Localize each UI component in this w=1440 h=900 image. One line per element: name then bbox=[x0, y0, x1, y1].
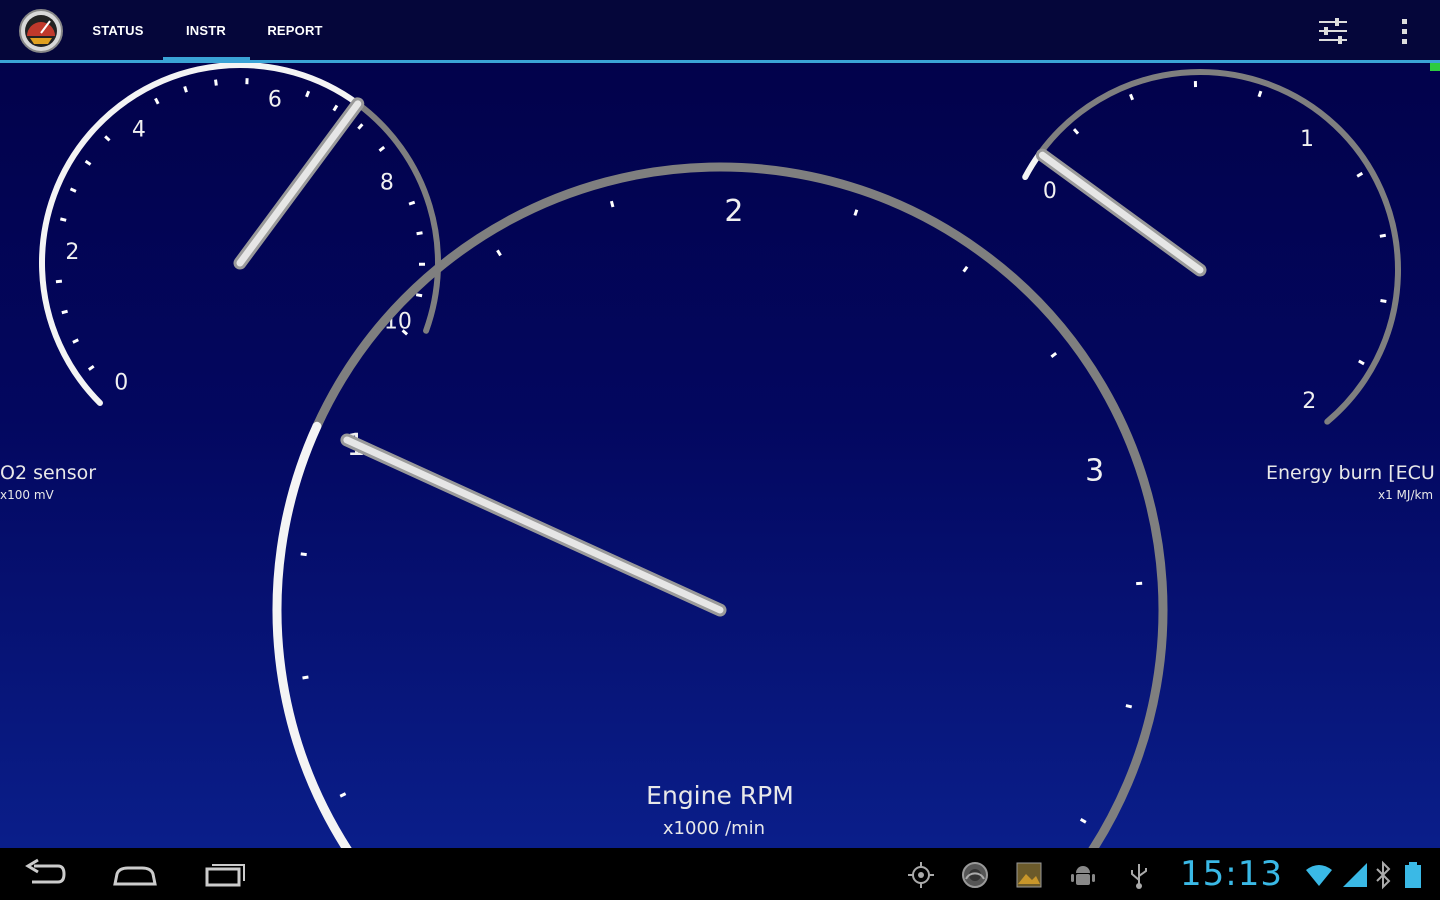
o2-minor-tick bbox=[87, 364, 95, 371]
o2-minor-tick bbox=[72, 338, 79, 344]
o2-minor-tick bbox=[69, 187, 77, 193]
o2-value-arc bbox=[39, 63, 361, 407]
energy-burn-gauge: 0 1 2 Energy burn [ECU 1] x1 MJ/km bbox=[1022, 68, 1440, 502]
o2-minor-tick bbox=[59, 217, 67, 222]
rpm-value-arc bbox=[272, 421, 352, 848]
energy-minor-tick bbox=[1358, 359, 1365, 366]
energy-tick-label: 2 bbox=[1302, 389, 1316, 414]
tab-instr[interactable]: INSTR bbox=[166, 0, 246, 60]
o2-scale-arc bbox=[354, 100, 441, 334]
gallery-icon bbox=[1014, 860, 1044, 890]
obd-app-icon bbox=[960, 860, 990, 890]
home-icon[interactable] bbox=[110, 856, 160, 892]
o2-needle bbox=[236, 100, 362, 267]
o2-sensor-gauge: 0246810 O2 sensor x100 mV bbox=[0, 63, 441, 502]
tab-report[interactable]: REPORT bbox=[255, 0, 335, 60]
o2-tick-label: 8 bbox=[380, 170, 394, 195]
rpm-gauge-title: Engine RPM bbox=[646, 781, 794, 810]
energy-minor-tick bbox=[1379, 233, 1387, 238]
rpm-tick-label: 3 bbox=[1085, 454, 1104, 489]
instrument-panel: 0246810 O2 sensor x100 mV 01234 Engine R… bbox=[0, 63, 1440, 848]
o2-minor-tick bbox=[357, 123, 364, 130]
energy-tick-label: 1 bbox=[1300, 127, 1314, 152]
back-icon[interactable] bbox=[20, 856, 70, 892]
tab-status[interactable]: STATUS bbox=[80, 0, 156, 60]
rpm-minor-tick bbox=[496, 249, 502, 257]
o2-gauge-title: O2 sensor bbox=[0, 462, 96, 484]
energy-minor-tick bbox=[1356, 171, 1364, 178]
energy-needle bbox=[1038, 151, 1204, 274]
rpm-minor-tick bbox=[609, 200, 615, 208]
gauges-canvas: 0246810 O2 sensor x100 mV 01234 Engine R… bbox=[0, 63, 1440, 848]
android-debug-icon bbox=[1068, 860, 1098, 890]
rpm-gauge-unit: x1000 /min bbox=[663, 818, 765, 839]
energy-gauge-unit: x1 MJ/km bbox=[1378, 488, 1433, 502]
action-bar: STATUS INSTR REPORT bbox=[0, 0, 1440, 63]
o2-minor-tick bbox=[408, 200, 416, 206]
rpm-needle bbox=[343, 436, 724, 614]
gps-icon bbox=[906, 860, 936, 890]
rpm-minor-tick bbox=[1079, 817, 1087, 824]
o2-minor-tick bbox=[415, 293, 423, 298]
o2-tick-label: 2 bbox=[65, 240, 79, 265]
o2-tick-label: 0 bbox=[114, 371, 128, 396]
rpm-minor-tick bbox=[853, 209, 859, 216]
o2-minor-tick bbox=[305, 90, 311, 98]
energy-minor-tick bbox=[1072, 128, 1080, 135]
rpm-tick-label: 2 bbox=[724, 194, 743, 229]
o2-minor-tick bbox=[332, 104, 339, 112]
o2-gauge-unit: x100 mV bbox=[0, 488, 55, 502]
energy-gauge-title: Energy burn [ECU 1] bbox=[1266, 462, 1440, 484]
signal-icon bbox=[1340, 860, 1370, 890]
o2-minor-tick bbox=[378, 145, 386, 153]
status-clock: 15:13 bbox=[1180, 854, 1283, 894]
o2-minor-tick bbox=[84, 159, 92, 166]
usb-icon bbox=[1124, 860, 1154, 890]
energy-tick-label: 0 bbox=[1043, 179, 1057, 204]
o2-tick-label: 4 bbox=[132, 118, 146, 143]
o2-minor-tick bbox=[416, 231, 423, 236]
energy-minor-tick bbox=[1129, 93, 1135, 101]
bluetooth-icon bbox=[1372, 860, 1394, 890]
rpm-minor-tick bbox=[1125, 704, 1133, 709]
overflow-menu-icon[interactable] bbox=[1390, 14, 1418, 48]
o2-minor-tick bbox=[61, 309, 68, 315]
o2-minor-tick bbox=[104, 135, 111, 142]
sliders-icon[interactable] bbox=[1316, 14, 1350, 48]
status-led bbox=[1430, 63, 1440, 71]
rpm-minor-tick bbox=[300, 552, 307, 557]
rpm-minor-tick bbox=[339, 792, 347, 798]
wifi-icon bbox=[1304, 860, 1334, 890]
rpm-minor-tick bbox=[962, 265, 969, 273]
speedometer-app-icon[interactable] bbox=[18, 8, 64, 54]
recent-apps-icon[interactable] bbox=[200, 856, 250, 892]
energy-minor-tick bbox=[1380, 299, 1387, 303]
rpm-minor-tick bbox=[302, 675, 309, 680]
o2-minor-tick bbox=[214, 79, 218, 86]
energy-minor-tick bbox=[1257, 90, 1263, 98]
o2-tick-label: 6 bbox=[268, 88, 282, 113]
o2-minor-tick bbox=[154, 97, 160, 105]
battery-icon bbox=[1400, 860, 1426, 890]
o2-minor-tick bbox=[183, 86, 188, 93]
o2-minor-tick bbox=[55, 279, 63, 284]
engine-rpm-gauge: 01234 Engine RPM x1000 /min bbox=[272, 162, 1168, 848]
rpm-scale-arc bbox=[312, 162, 1168, 848]
rpm-minor-tick bbox=[1050, 352, 1058, 359]
